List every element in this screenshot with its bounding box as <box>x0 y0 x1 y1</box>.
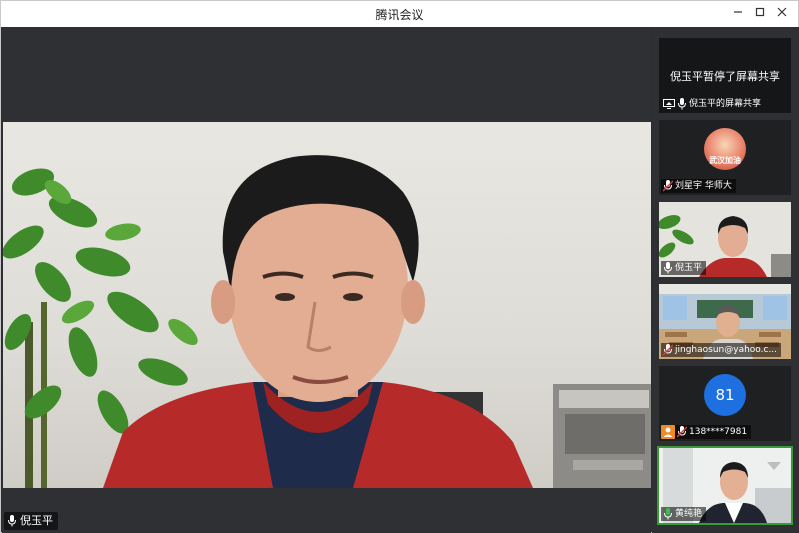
tile-label: jinghaosun@yahoo.c... <box>661 343 782 357</box>
share-paused-message: 倪玉平暂停了屏幕共享 <box>670 70 780 83</box>
speaker-name-label: 倪玉平 <box>20 514 53 527</box>
printer-image <box>553 384 651 488</box>
maximize-icon[interactable] <box>750 4 770 24</box>
participant-number-avatar: 81 <box>704 374 746 416</box>
phone-user-icon <box>661 425 675 439</box>
tile-label-text: 倪玉平 <box>675 263 703 273</box>
tile-label: 刘星宇 华师大 <box>661 179 736 193</box>
tile-label: 黄纯艳 <box>661 507 707 521</box>
tile-label: 倪玉平 <box>661 261 707 275</box>
tile-label: 倪玉平的屏幕共享 <box>661 97 765 111</box>
microphone-active-icon <box>664 508 672 520</box>
participant-tile-video-active[interactable]: 黄纯艳 <box>657 446 793 525</box>
participant-tile-video[interactable]: 倪玉平 <box>659 202 791 277</box>
participant-sidebar: 倪玉平暂停了屏幕共享 倪玉平的屏幕共享 武汉加油 刘星宇 华师大 倪玉平 jin… <box>652 27 799 533</box>
microphone-icon <box>664 262 672 274</box>
avatar-caption: 武汉加油 <box>709 156 741 165</box>
minimize-icon[interactable] <box>728 4 748 24</box>
title-bar: 腾讯会议 <box>1 1 798 27</box>
speaker-video <box>3 122 651 488</box>
tile-label-text: 138****7981 <box>689 427 748 437</box>
participant-tile-video[interactable]: jinghaosun@yahoo.c... <box>659 284 791 359</box>
tile-label-text: 倪玉平的屏幕共享 <box>689 99 762 109</box>
microphone-muted-icon <box>663 180 673 192</box>
window-title: 腾讯会议 <box>375 8 424 22</box>
main-video-panel[interactable]: 倪玉平 <box>2 27 651 533</box>
speaker-name-tag: 倪玉平 <box>4 512 58 530</box>
participant-tile-avatar[interactable]: 武汉加油 刘星宇 华师大 <box>659 120 791 195</box>
speaker-person-image <box>103 155 533 488</box>
tile-label: 138****7981 <box>661 425 752 439</box>
meeting-window: 腾讯会议 倪玉平 倪玉平暂停了屏幕共享 倪玉平的屏幕共享 武汉加油 刘星宇 华师… <box>0 0 799 533</box>
tile-label-text: 黄纯艳 <box>675 509 703 519</box>
microphone-muted-icon <box>663 344 673 356</box>
microphone-icon <box>8 515 16 527</box>
participant-avatar: 武汉加油 <box>704 128 746 170</box>
microphone-icon <box>678 98 686 110</box>
participant-tile-phone[interactable]: 81 138****7981 <box>659 366 791 441</box>
tile-label-text: jinghaosun@yahoo.c... <box>675 345 778 355</box>
microphone-muted-icon <box>677 426 687 438</box>
close-icon[interactable] <box>772 4 792 24</box>
screen-share-icon <box>663 99 675 109</box>
participant-tile-screen-share[interactable]: 倪玉平暂停了屏幕共享 倪玉平的屏幕共享 <box>659 38 791 113</box>
tile-label-text: 刘星宇 华师大 <box>675 181 732 191</box>
